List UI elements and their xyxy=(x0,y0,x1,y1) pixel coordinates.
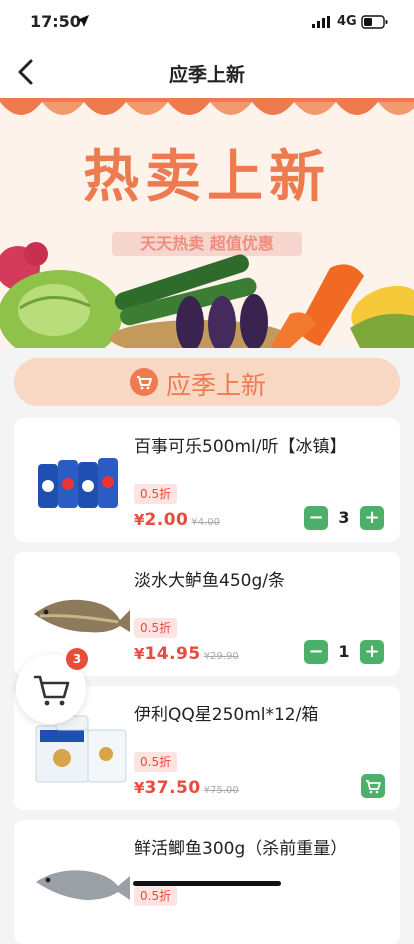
section-title: 应季上新 xyxy=(166,371,267,400)
add-to-cart-button[interactable] xyxy=(361,774,385,798)
plus-icon[interactable]: + xyxy=(360,506,384,530)
banner-title: 热卖上新 xyxy=(83,145,331,210)
discount-badge: 0.5折 xyxy=(134,886,178,906)
product-name: 伊利QQ星250ml*12/箱 xyxy=(134,705,319,725)
promo-banner[interactable]: 热卖上新 天天热卖 超值优惠 xyxy=(0,98,414,348)
original-price: ¥75.00 xyxy=(203,785,239,796)
discount-badge: 0.5折 xyxy=(134,618,178,638)
price-value: 14.95 xyxy=(144,644,201,664)
status-time: 17:50 xyxy=(30,12,81,31)
price: ¥14.95 ¥29.90 xyxy=(134,644,239,664)
minus-icon[interactable]: − xyxy=(304,640,328,664)
price-value: 2.00 xyxy=(144,510,189,530)
product-name: 鲜活鲫鱼300g（杀前重量） xyxy=(134,839,348,859)
home-indicator[interactable] xyxy=(133,881,281,886)
page-title: 应季上新 xyxy=(168,64,245,86)
product-name: 淡水大鲈鱼450g/条 xyxy=(134,571,285,591)
discount-badge: 0.5折 xyxy=(134,752,178,772)
pepsi-product-image xyxy=(38,458,118,508)
nav-bar: 应季上新 xyxy=(0,46,414,98)
network-type: 4G xyxy=(337,14,357,29)
quantity-value: 3 xyxy=(338,508,350,527)
vegetables-illustration xyxy=(0,242,414,348)
quantity-stepper: − 1 + xyxy=(304,640,386,666)
original-price: ¥4.00 xyxy=(191,517,221,528)
price-currency: ¥ xyxy=(134,645,145,663)
quantity-value: 1 xyxy=(338,642,350,661)
price: ¥37.50 ¥75.00 xyxy=(134,778,239,798)
section-cart-icon xyxy=(130,368,158,396)
product-name: 百事可乐500ml/听【冰镇】 xyxy=(134,437,347,457)
minus-icon[interactable]: − xyxy=(304,506,328,530)
section-header: 应季上新 xyxy=(14,358,400,406)
banner-scallop-decoration xyxy=(0,98,414,115)
crucian-fish-image xyxy=(36,870,130,900)
price-value: 37.50 xyxy=(144,778,201,798)
discount-badge: 0.5折 xyxy=(134,484,178,504)
battery-icon xyxy=(361,15,388,29)
bass-fish-image xyxy=(34,599,130,633)
price-currency: ¥ xyxy=(134,779,145,797)
cart-icon xyxy=(366,780,381,794)
original-price: ¥29.90 xyxy=(203,651,239,662)
status-bar: 17:50 4G xyxy=(0,0,414,46)
cart-count-badge: 3 xyxy=(66,648,88,670)
quantity-stepper: − 3 + xyxy=(304,506,386,532)
signal-icon xyxy=(312,16,330,28)
product-card[interactable]: 百事可乐500ml/听【冰镇】 0.5折 ¥2.00 ¥4.00 − 3 + xyxy=(14,418,400,542)
plus-icon[interactable]: + xyxy=(360,640,384,664)
price: ¥2.00 ¥4.00 xyxy=(134,510,220,530)
location-arrow-icon xyxy=(77,15,89,27)
price-currency: ¥ xyxy=(134,511,145,529)
